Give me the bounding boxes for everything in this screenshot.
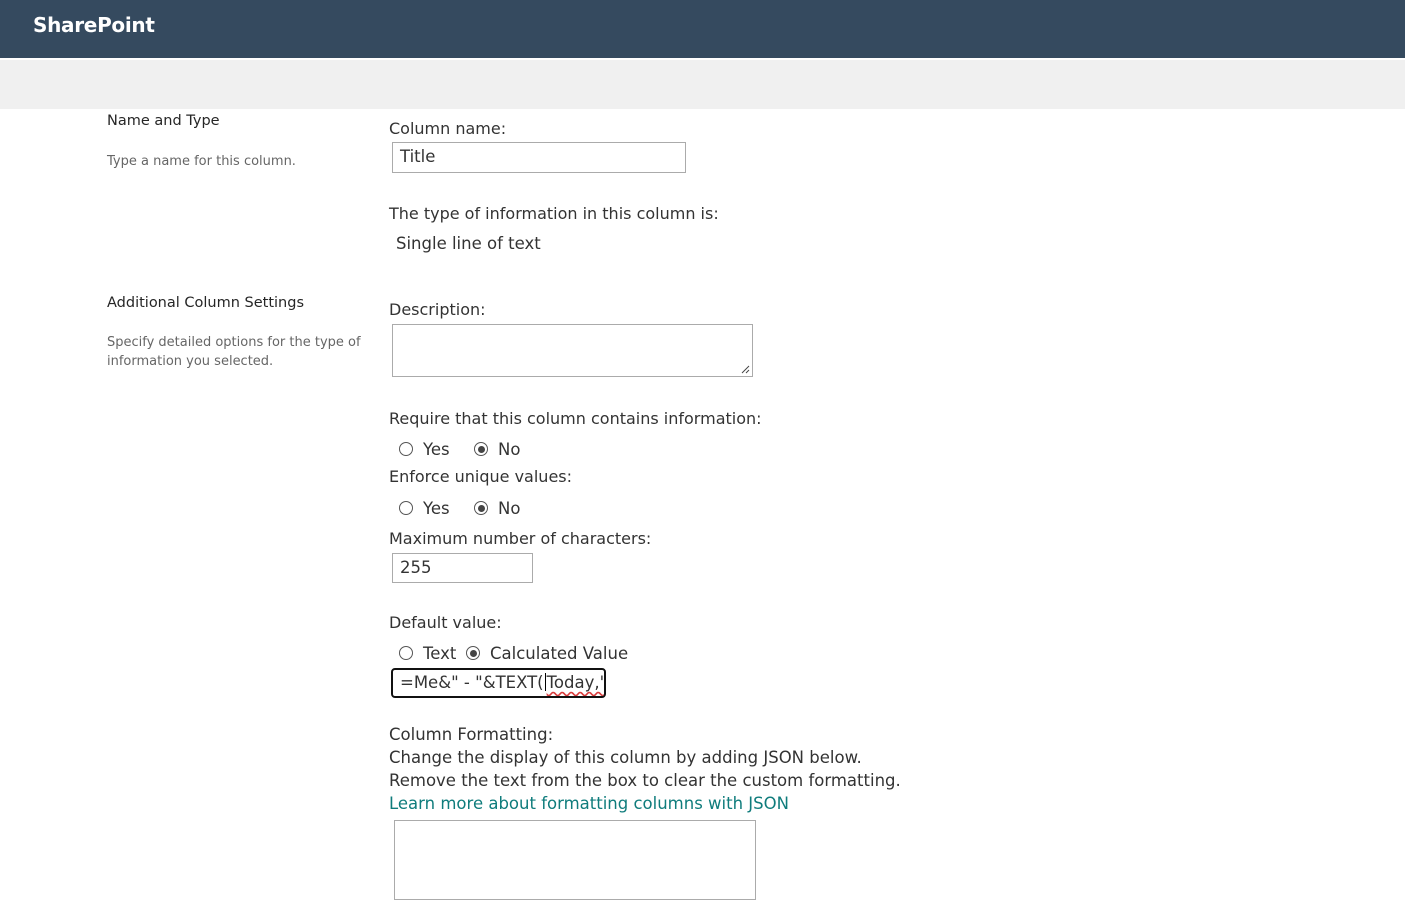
unique-label: Enforce unique values: xyxy=(389,467,573,486)
default-text-radio[interactable] xyxy=(399,646,413,660)
type-value: Single line of text xyxy=(396,234,541,253)
formula-text-before: =Me&" - "&TEXT( xyxy=(400,673,544,692)
sharepoint-logo[interactable]: SharePoint xyxy=(33,13,155,37)
require-yes-label[interactable]: Yes xyxy=(423,440,450,459)
unique-no-label[interactable]: No xyxy=(498,499,520,518)
formatting-label: Column Formatting: xyxy=(389,725,554,744)
command-bar xyxy=(0,60,1405,109)
formatting-json-textarea[interactable] xyxy=(394,820,756,900)
require-no-label[interactable]: No xyxy=(498,440,520,459)
default-value-label: Default value: xyxy=(389,613,502,632)
text-caret xyxy=(544,673,546,691)
calculated-value-input[interactable]: =Me&" - "&TEXT(Today,"d xyxy=(391,668,606,698)
default-calculated-label[interactable]: Calculated Value xyxy=(490,644,628,663)
formatting-help-line1: Change the display of this column by add… xyxy=(389,748,862,767)
description-textarea[interactable] xyxy=(392,324,753,377)
type-label: The type of information in this column i… xyxy=(389,204,719,223)
unique-no-radio[interactable] xyxy=(474,501,488,515)
unique-yes-label[interactable]: Yes xyxy=(423,499,450,518)
resize-grip-icon[interactable] xyxy=(741,365,750,374)
section-title-name-type: Name and Type xyxy=(107,113,220,129)
unique-radio-group: Yes No xyxy=(398,499,598,519)
default-text-label[interactable]: Text xyxy=(423,644,456,663)
default-value-radio-group: Text Calculated Value xyxy=(398,644,658,664)
max-chars-input[interactable]: 255 xyxy=(392,553,533,583)
formatting-help-line2: Remove the text from the box to clear th… xyxy=(389,771,901,790)
formula-text-after: Today,"d xyxy=(546,673,604,692)
require-radio-group: Yes No xyxy=(398,440,598,460)
column-name-input[interactable]: Title xyxy=(392,142,686,173)
require-yes-radio[interactable] xyxy=(399,442,413,456)
section-title-additional: Additional Column Settings xyxy=(107,295,305,311)
column-name-label: Column name: xyxy=(389,119,507,138)
section-desc-name-type: Type a name for this column. xyxy=(107,154,296,169)
section-desc-additional: Specify detailed options for the type of… xyxy=(107,335,361,369)
formatting-learn-more-link[interactable]: Learn more about formatting columns with… xyxy=(389,794,789,813)
default-calculated-radio[interactable] xyxy=(466,646,480,660)
top-bar: SharePoint xyxy=(0,0,1405,58)
unique-yes-radio[interactable] xyxy=(399,501,413,515)
require-label: Require that this column contains inform… xyxy=(389,409,762,428)
max-chars-label: Maximum number of characters: xyxy=(389,529,652,548)
description-label: Description: xyxy=(389,300,486,319)
require-no-radio[interactable] xyxy=(474,442,488,456)
